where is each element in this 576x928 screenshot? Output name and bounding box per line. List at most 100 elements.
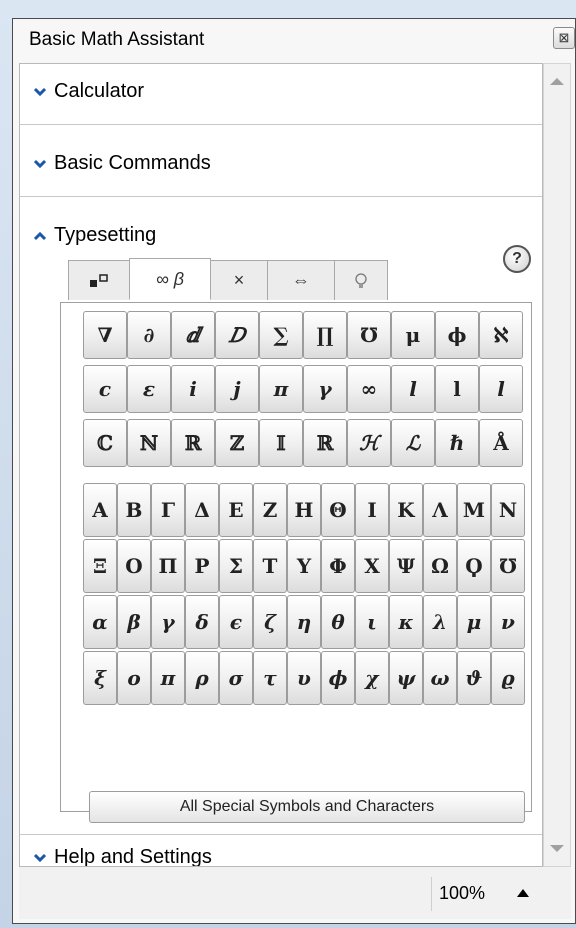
- symbol-key[interactable]: μ: [391, 311, 435, 359]
- greek-key[interactable]: ϵ: [219, 595, 253, 649]
- greek-key[interactable]: Ρ: [185, 539, 219, 593]
- symbol-key[interactable]: Å: [479, 419, 523, 467]
- symbol-key[interactable]: π: [259, 365, 303, 413]
- symbol-palette: ∇ ∂ ⅆ 𝐷 ∑ ∏ ℧ μ ϕ ℵ 𝒄 ε 𝒊 𝒋 π γ ∞ ⅼ ⅼ ⅼ …: [60, 302, 532, 823]
- symbol-key[interactable]: 𝒄: [83, 365, 127, 413]
- greek-key[interactable]: Ω: [423, 539, 457, 593]
- symbol-key[interactable]: ℋ: [347, 419, 391, 467]
- greek-key[interactable]: ω: [423, 651, 457, 705]
- greek-key[interactable]: Ε: [219, 483, 253, 537]
- symbol-key[interactable]: ℤ: [215, 419, 259, 467]
- greek-key[interactable]: Υ: [287, 539, 321, 593]
- greek-key[interactable]: γ: [151, 595, 185, 649]
- symbol-key[interactable]: ℒ: [391, 419, 435, 467]
- greek-key[interactable]: Ι: [355, 483, 389, 537]
- greek-key[interactable]: λ: [423, 595, 457, 649]
- tab-arrows[interactable]: ⇔: [267, 260, 335, 300]
- greek-key[interactable]: η: [287, 595, 321, 649]
- symbol-key[interactable]: γ: [303, 365, 347, 413]
- symbol-key[interactable]: 𝒊: [171, 365, 215, 413]
- symbol-key[interactable]: ℝ: [303, 419, 347, 467]
- symbol-key[interactable]: ε: [127, 365, 171, 413]
- greek-key[interactable]: Μ: [457, 483, 491, 537]
- symbol-key[interactable]: ∞: [347, 365, 391, 413]
- greek-key[interactable]: Ο: [117, 539, 151, 593]
- greek-key[interactable]: Χ: [355, 539, 389, 593]
- scroll-down-icon[interactable]: [550, 845, 564, 852]
- greek-key[interactable]: μ: [457, 595, 491, 649]
- typesetting-section-header[interactable]: Typesetting: [34, 224, 156, 247]
- greek-key[interactable]: δ: [185, 595, 219, 649]
- greek-key[interactable]: Β: [117, 483, 151, 537]
- symbol-key[interactable]: ℕ: [127, 419, 171, 467]
- symbol-key[interactable]: ⅼ: [435, 365, 479, 413]
- symbol-key[interactable]: ℵ: [479, 311, 523, 359]
- calculator-section-header[interactable]: Calculator: [34, 80, 144, 103]
- greek-key[interactable]: σ: [219, 651, 253, 705]
- symbol-key[interactable]: ϕ: [435, 311, 479, 359]
- greek-key[interactable]: Α: [83, 483, 117, 537]
- greek-key[interactable]: Φ: [321, 539, 355, 593]
- zoom-level[interactable]: 100%: [439, 883, 485, 904]
- greek-key[interactable]: ο: [117, 651, 151, 705]
- greek-key[interactable]: Τ: [253, 539, 287, 593]
- symbol-key[interactable]: 𝒋: [215, 365, 259, 413]
- greek-key[interactable]: χ: [355, 651, 389, 705]
- greek-key[interactable]: ϑ: [457, 651, 491, 705]
- greek-key[interactable]: Λ: [423, 483, 457, 537]
- symbol-key[interactable]: ∏: [303, 311, 347, 359]
- symbol-key[interactable]: ℂ: [83, 419, 127, 467]
- symbol-key[interactable]: ∇: [83, 311, 127, 359]
- greek-key[interactable]: ϱ: [491, 651, 525, 705]
- greek-key[interactable]: τ: [253, 651, 287, 705]
- greek-key[interactable]: Θ: [321, 483, 355, 537]
- help-settings-section-header[interactable]: Help and Settings: [34, 846, 212, 866]
- symbol-key[interactable]: ∑: [259, 311, 303, 359]
- greek-key[interactable]: ψ: [389, 651, 423, 705]
- greek-key[interactable]: Σ: [219, 539, 253, 593]
- greek-key[interactable]: Δ: [185, 483, 219, 537]
- greek-key[interactable]: ι: [355, 595, 389, 649]
- greek-key[interactable]: ℧: [491, 539, 525, 593]
- symbol-key[interactable]: ℧: [347, 311, 391, 359]
- greek-key[interactable]: Ψ: [389, 539, 423, 593]
- greek-key[interactable]: α: [83, 595, 117, 649]
- greek-key[interactable]: Ϙ: [457, 539, 491, 593]
- tab-symbols[interactable]: ∞ β: [129, 258, 211, 300]
- tab-operators[interactable]: ×: [210, 260, 268, 300]
- greek-key[interactable]: θ: [321, 595, 355, 649]
- greek-key[interactable]: ϕ: [321, 651, 355, 705]
- greek-key[interactable]: ζ: [253, 595, 287, 649]
- basic-commands-section-header[interactable]: Basic Commands: [34, 152, 211, 175]
- greek-key[interactable]: ν: [491, 595, 525, 649]
- scroll-up-icon[interactable]: [550, 78, 564, 85]
- zoom-up-icon[interactable]: [517, 889, 529, 897]
- tab-layout[interactable]: [68, 260, 130, 300]
- help-button[interactable]: ?: [503, 245, 531, 273]
- all-special-symbols-button[interactable]: All Special Symbols and Characters: [89, 791, 525, 823]
- greek-key[interactable]: Η: [287, 483, 321, 537]
- symbol-key[interactable]: ⅼ: [391, 365, 435, 413]
- greek-key[interactable]: ξ: [83, 651, 117, 705]
- symbol-key[interactable]: ℏ: [435, 419, 479, 467]
- symbol-key[interactable]: ℝ: [171, 419, 215, 467]
- symbol-key[interactable]: 𝐷: [215, 311, 259, 359]
- greek-key[interactable]: π: [151, 651, 185, 705]
- greek-key[interactable]: Π: [151, 539, 185, 593]
- greek-key[interactable]: κ: [389, 595, 423, 649]
- tab-misc[interactable]: [334, 260, 388, 300]
- greek-key[interactable]: Γ: [151, 483, 185, 537]
- greek-key[interactable]: Ξ: [83, 539, 117, 593]
- greek-key[interactable]: υ: [287, 651, 321, 705]
- greek-key[interactable]: Ν: [491, 483, 525, 537]
- greek-key[interactable]: Κ: [389, 483, 423, 537]
- greek-key[interactable]: Ζ: [253, 483, 287, 537]
- symbol-key[interactable]: ⅆ: [171, 311, 215, 359]
- close-button[interactable]: ⊠: [553, 27, 575, 49]
- symbol-key[interactable]: ⅼ: [479, 365, 523, 413]
- vertical-scrollbar[interactable]: [543, 63, 571, 867]
- greek-key[interactable]: ρ: [185, 651, 219, 705]
- symbol-key[interactable]: 𝕀: [259, 419, 303, 467]
- greek-key[interactable]: β: [117, 595, 151, 649]
- symbol-key[interactable]: ∂: [127, 311, 171, 359]
